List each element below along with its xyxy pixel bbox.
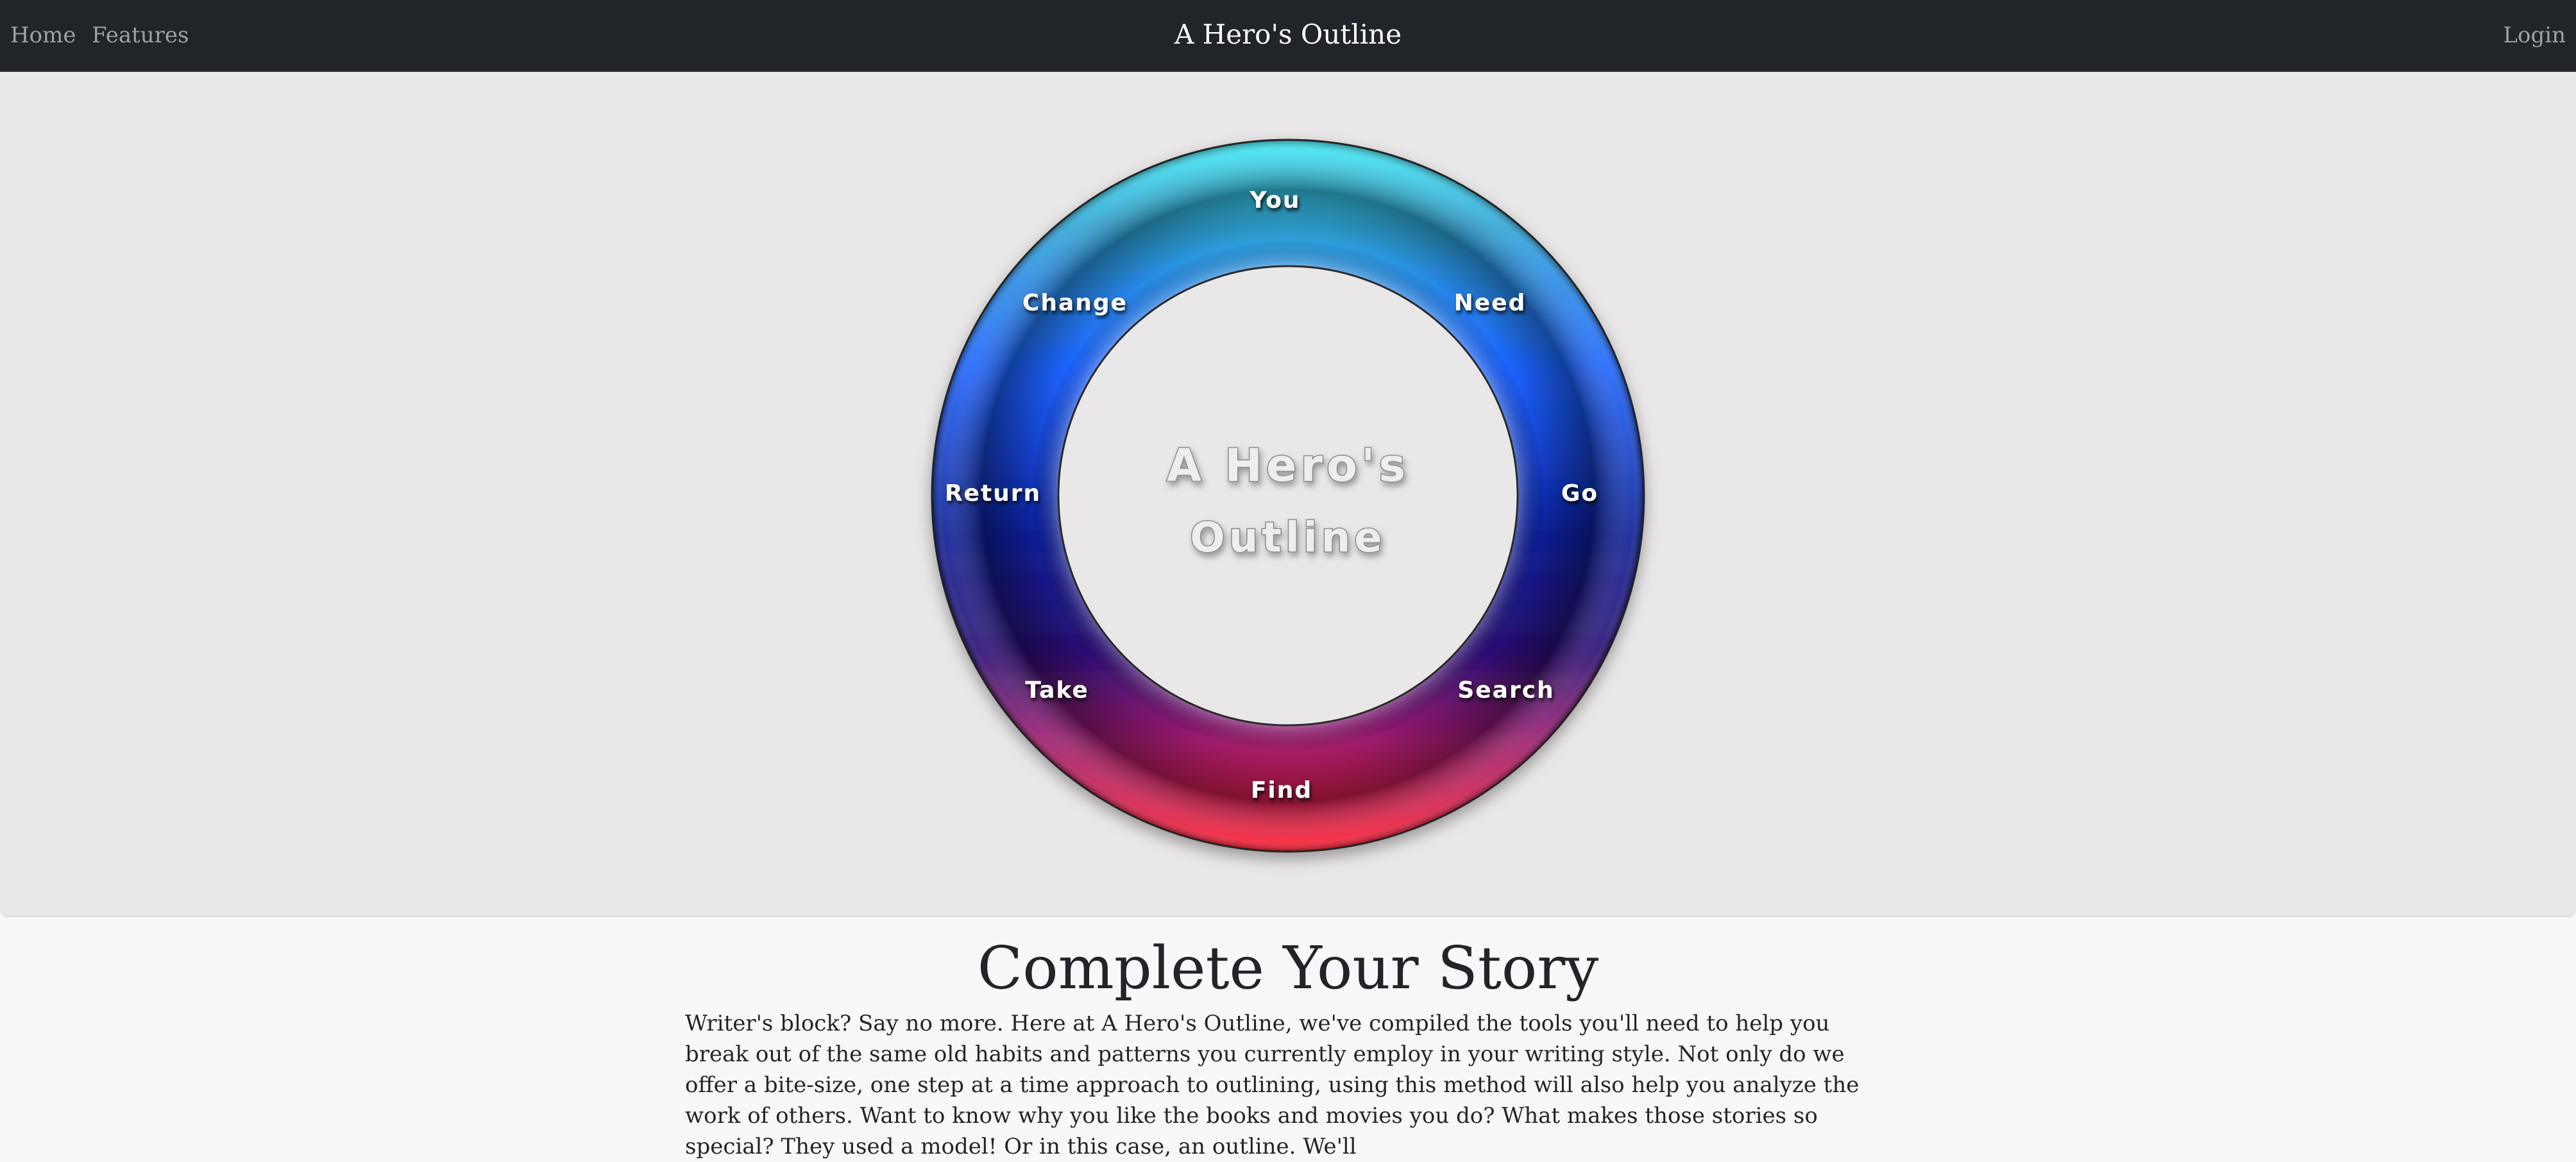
top-navbar: Home Features A Hero's Outline Login [0, 0, 2576, 72]
brand-title[interactable]: A Hero's Outline [1174, 19, 1402, 50]
wheel-inner-circle [1057, 265, 1519, 727]
intro-paragraph: Writer's block? Say no more. Here at A H… [685, 1011, 1860, 1159]
hero-cycle-wheel: A Hero's Outline You Need Go Search Find… [931, 139, 1645, 853]
step-find[interactable]: Find [1251, 777, 1312, 804]
step-go[interactable]: Go [1561, 480, 1598, 507]
brand-container: A Hero's Outline [0, 0, 2576, 72]
step-return[interactable]: Return [945, 480, 1041, 507]
nav-home-link[interactable]: Home [10, 0, 76, 72]
wheel-center-title-line2: Outline [1190, 514, 1385, 562]
step-change[interactable]: Change [1022, 290, 1128, 316]
step-take[interactable]: Take [1025, 677, 1089, 703]
wheel-center-title-line1: A Hero's [1167, 439, 1409, 492]
nav-features-link[interactable]: Features [92, 0, 189, 72]
hero-section: A Hero's Outline You Need Go Search Find… [0, 72, 2576, 917]
step-need[interactable]: Need [1454, 290, 1527, 316]
nav-login-link[interactable]: Login [2503, 0, 2566, 72]
step-you[interactable]: You [1249, 187, 1300, 214]
step-search[interactable]: Search [1457, 677, 1554, 703]
page-title: Complete Your Story [977, 934, 1599, 1002]
